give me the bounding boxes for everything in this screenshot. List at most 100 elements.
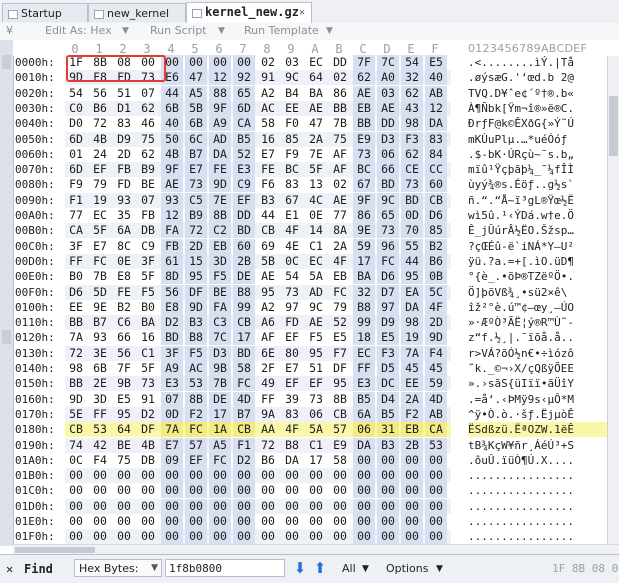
hex-byte[interactable]: 00	[65, 483, 87, 498]
hex-bytes[interactable]: 5E FF 95 D2 0D F2 17 B7 9A 83 06 CB 6A B5 F2 AB	[65, 406, 451, 422]
hex-byte[interactable]: 6D	[65, 162, 87, 177]
hex-byte[interactable]: BA	[137, 315, 159, 330]
hex-bytes[interactable]: 00 00 00 00 00 00 00 00 00 00 00 00 00 00 00 00	[65, 514, 451, 529]
hex-byte[interactable]: 8A	[329, 223, 351, 238]
hex-byte[interactable]: 00	[113, 514, 135, 529]
hex-byte[interactable]: 00	[161, 529, 183, 544]
hex-byte[interactable]: 00	[65, 514, 87, 529]
hex-byte[interactable]: 9C	[377, 192, 399, 208]
hex-byte[interactable]: 44	[401, 253, 423, 269]
hex-byte[interactable]: 73	[137, 70, 159, 85]
hex-byte[interactable]: 7B	[329, 116, 351, 131]
hex-byte[interactable]: 84	[425, 146, 447, 162]
hex-byte[interactable]: 00	[329, 468, 351, 483]
hex-byte[interactable]: 9C	[305, 300, 327, 315]
hex-byte[interactable]: 56	[89, 86, 111, 101]
hex-byte[interactable]: 00	[137, 499, 159, 514]
hex-byte[interactable]: 46	[137, 116, 159, 131]
hex-byte[interactable]: B2	[113, 300, 135, 315]
hex-byte[interactable]: FE	[257, 162, 279, 177]
hex-byte[interactable]: 60	[425, 177, 447, 193]
hex-byte[interactable]: 54	[65, 86, 87, 101]
hex-byte[interactable]: 00	[233, 483, 255, 499]
ascii-text[interactable]: ËSdßzü.ËªOZW.1ëÊ	[468, 422, 618, 438]
hex-byte[interactable]: 00	[281, 514, 303, 529]
hex-byte[interactable]: FC	[377, 253, 399, 269]
hex-byte[interactable]: FB	[161, 238, 183, 254]
hex-byte[interactable]: DE	[233, 269, 255, 285]
hex-bytes[interactable]: CA 5F 6A DB FA 72 C2 BD CB 4F 14 8A 9E 73 70 85	[65, 223, 451, 239]
hex-bytes[interactable]: B0 7B E8 5F 8D 95 F5 DE AE 54 5A EB BA D6 95 0B	[65, 269, 451, 285]
chevron-down-icon[interactable]: ▼	[122, 26, 129, 36]
hex-byte[interactable]: 40	[161, 116, 183, 132]
hex-byte[interactable]: 00	[353, 452, 375, 468]
hex-byte[interactable]: CB	[65, 422, 87, 437]
hex-byte[interactable]: B0	[137, 300, 159, 315]
hex-byte[interactable]: EB	[353, 100, 375, 116]
hex-byte[interactable]: 3E	[89, 346, 111, 361]
hex-byte[interactable]: AE	[257, 269, 279, 284]
hex-byte[interactable]: 5B	[257, 254, 279, 269]
hex-byte[interactable]: D1	[113, 101, 135, 116]
hex-byte[interactable]: FC	[89, 254, 111, 269]
hex-byte[interactable]: C6	[113, 315, 135, 330]
hex-byte[interactable]: FF	[257, 392, 279, 407]
hex-byte[interactable]: 00	[401, 468, 423, 484]
hex-byte[interactable]: 02	[329, 70, 351, 85]
hex-byte[interactable]: 00	[305, 499, 327, 514]
options-button[interactable]: Options	[386, 562, 428, 575]
hex-byte[interactable]: 4D	[425, 391, 447, 407]
hex-byte[interactable]: 00	[89, 468, 111, 483]
hex-byte[interactable]: B8	[281, 438, 303, 453]
hex-byte[interactable]: 00	[209, 514, 231, 529]
hex-byte[interactable]: 53	[89, 422, 111, 437]
hex-byte[interactable]: 6D	[233, 100, 255, 116]
hex-byte[interactable]: F5	[209, 269, 231, 285]
hex-byte[interactable]: BA	[305, 86, 327, 101]
ascii-text[interactable]: .$-bK·ÚRçù~¯s.b„	[468, 147, 618, 162]
hex-byte[interactable]: 16	[137, 330, 159, 345]
hex-byte[interactable]: 7F	[353, 55, 375, 70]
hex-byte[interactable]: FE	[113, 285, 135, 300]
hex-byte[interactable]: 00	[425, 468, 447, 484]
ascii-text[interactable]: mïû¹Ÿçþãþ¼_¯¼fÎÌ	[468, 162, 618, 177]
hex-byte[interactable]: 00	[209, 498, 231, 514]
hex-byte[interactable]: 6B	[89, 361, 111, 376]
hex-byte[interactable]: DE	[209, 391, 231, 407]
hex-byte[interactable]: 00	[401, 452, 423, 468]
hex-byte[interactable]: 6B	[185, 116, 207, 132]
hex-byte[interactable]: 57	[185, 437, 207, 453]
hex-byte[interactable]: 5D	[89, 285, 111, 300]
hex-byte[interactable]: 3F	[161, 345, 183, 361]
hex-byte[interactable]: A2	[257, 86, 279, 101]
hex-byte[interactable]: 93	[161, 192, 183, 208]
hex-byte[interactable]: E3	[353, 376, 375, 392]
hex-byte[interactable]: 73	[377, 223, 399, 239]
hex-byte[interactable]: F4	[89, 453, 111, 468]
hex-byte[interactable]: 86	[353, 208, 375, 223]
hex-byte[interactable]: 95	[257, 285, 279, 300]
hex-byte[interactable]: DA	[281, 453, 303, 468]
hex-byte[interactable]: 1F	[65, 55, 87, 70]
hex-byte[interactable]: 03	[377, 85, 399, 101]
hex-byte[interactable]: 9B	[209, 361, 231, 376]
hex-byte[interactable]: 66	[377, 162, 399, 178]
hex-byte[interactable]: 4D	[233, 391, 255, 407]
hex-byte[interactable]: EF	[89, 162, 111, 177]
hex-byte[interactable]: 54	[401, 55, 423, 70]
hex-byte[interactable]: 8D	[161, 269, 183, 285]
hex-byte[interactable]: 2D	[113, 147, 135, 162]
hex-byte[interactable]: FB	[137, 208, 159, 223]
hex-byte[interactable]: C2	[209, 223, 231, 239]
hex-byte[interactable]: DF	[329, 361, 351, 376]
hex-byte[interactable]: 00	[185, 529, 207, 544]
hex-byte[interactable]: D9	[377, 315, 399, 331]
hex-byte[interactable]: 62	[401, 146, 423, 162]
hex-byte[interactable]: 00	[377, 468, 399, 484]
hex-byte[interactable]: FF	[65, 254, 87, 269]
hex-byte[interactable]: A9	[161, 361, 183, 376]
hex-byte[interactable]: 98	[401, 315, 423, 331]
hex-byte[interactable]: B8	[185, 330, 207, 346]
hex-byte[interactable]: 40	[425, 70, 447, 86]
hex-byte[interactable]: 00	[305, 529, 327, 544]
